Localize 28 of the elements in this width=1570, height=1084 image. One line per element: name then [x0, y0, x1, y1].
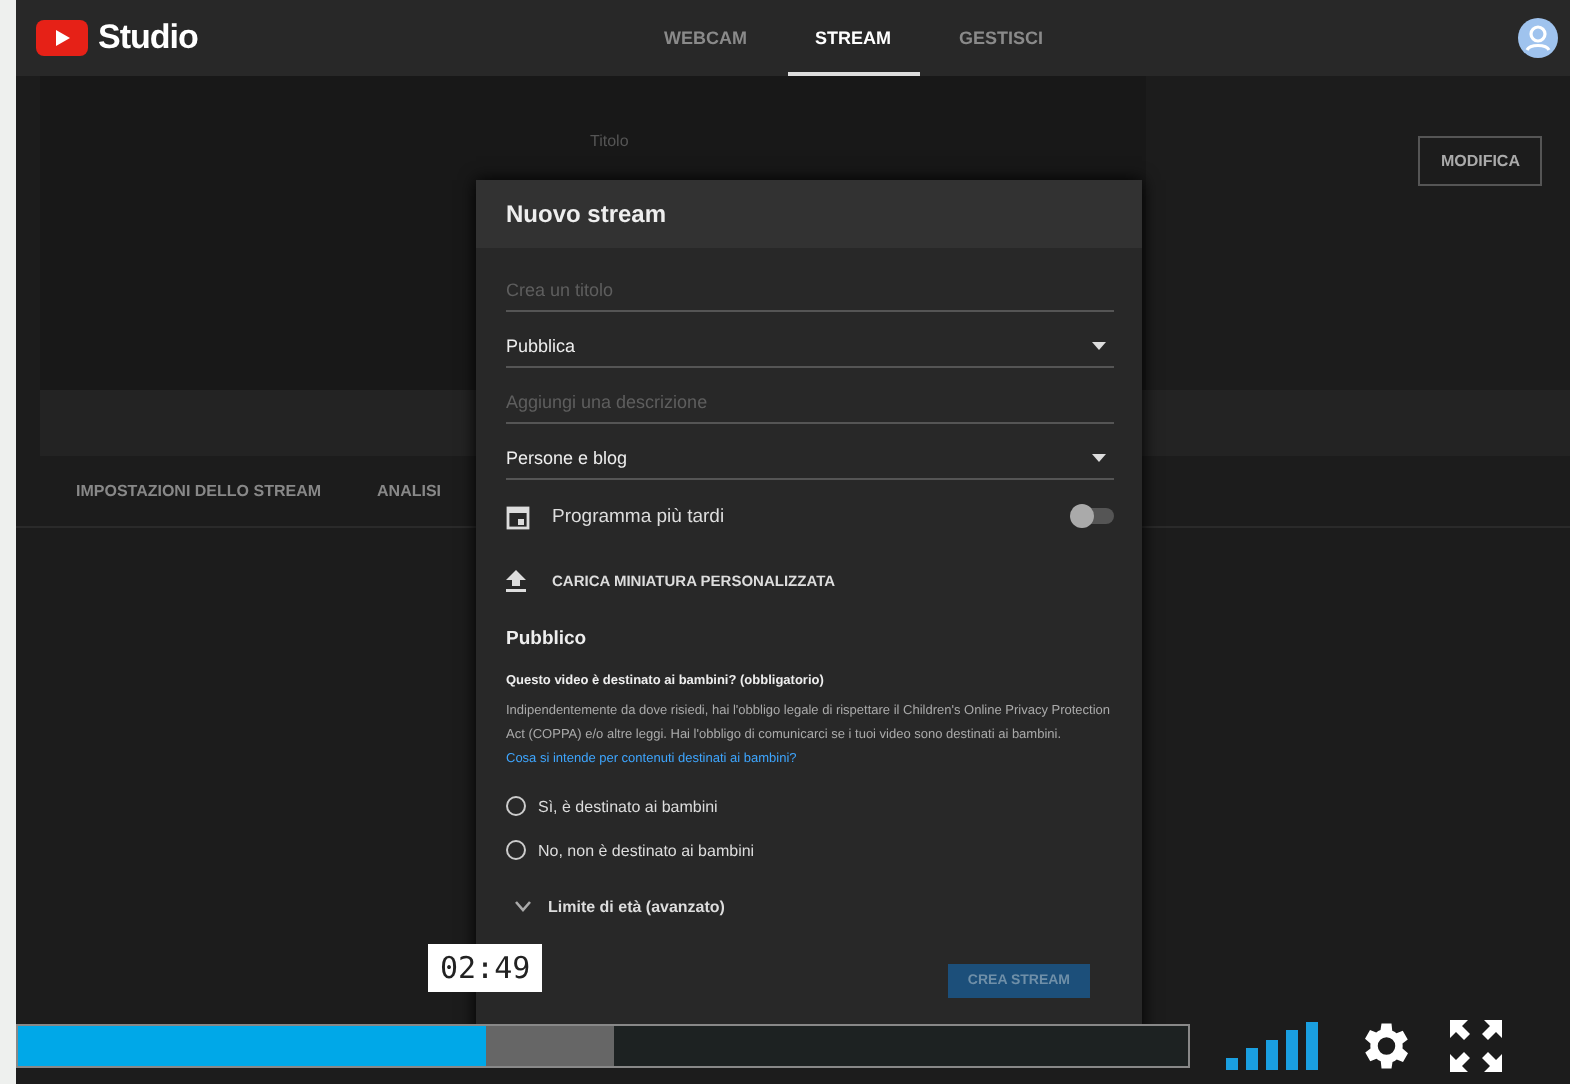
radio-button[interactable]: [506, 840, 526, 860]
nav-tab[interactable]: GESTISCI: [931, 1, 1072, 75]
caret-icon: [1092, 341, 1106, 349]
dropdown-field[interactable]: Persone e blog: [506, 424, 1114, 480]
upload-icon: [506, 569, 526, 591]
avatar-icon[interactable]: [1518, 18, 1558, 58]
dialog-title: Nuovo stream: [506, 200, 667, 228]
logo-text: Studio: [98, 18, 198, 58]
chevron-icon[interactable]: [514, 900, 532, 912]
edit-button[interactable]: MODIFICA: [1418, 136, 1542, 186]
time-tooltip: 02:49: [428, 944, 543, 992]
radio-label: Sì, è destinato ai bambini: [538, 797, 718, 815]
title-label: Titolo: [590, 132, 629, 150]
progress-track[interactable]: [16, 1024, 1190, 1068]
toggle-switch[interactable]: [1074, 508, 1114, 524]
volume-bars-icon[interactable]: [1226, 1022, 1318, 1070]
section-heading: Pubblico: [506, 628, 589, 650]
settings-tab[interactable]: IMPOSTAZIONI DELLO STREAM: [76, 482, 322, 500]
play-logo-icon: [36, 20, 88, 56]
radio-label: No, non è destinato ai bambini: [538, 841, 755, 859]
settings-tab[interactable]: ANALISI: [377, 482, 442, 500]
age-limit-label: Limite di età (avanzato): [548, 897, 725, 915]
nav-tab[interactable]: WEBCAM: [636, 1, 775, 75]
calendar-icon: [506, 503, 530, 529]
dropdown-field[interactable]: Pubblica: [506, 312, 1114, 368]
fullscreen-icon[interactable]: [1450, 1020, 1502, 1072]
schedule-label: Programma più tardi: [552, 505, 727, 527]
radio-button[interactable]: [506, 796, 526, 816]
